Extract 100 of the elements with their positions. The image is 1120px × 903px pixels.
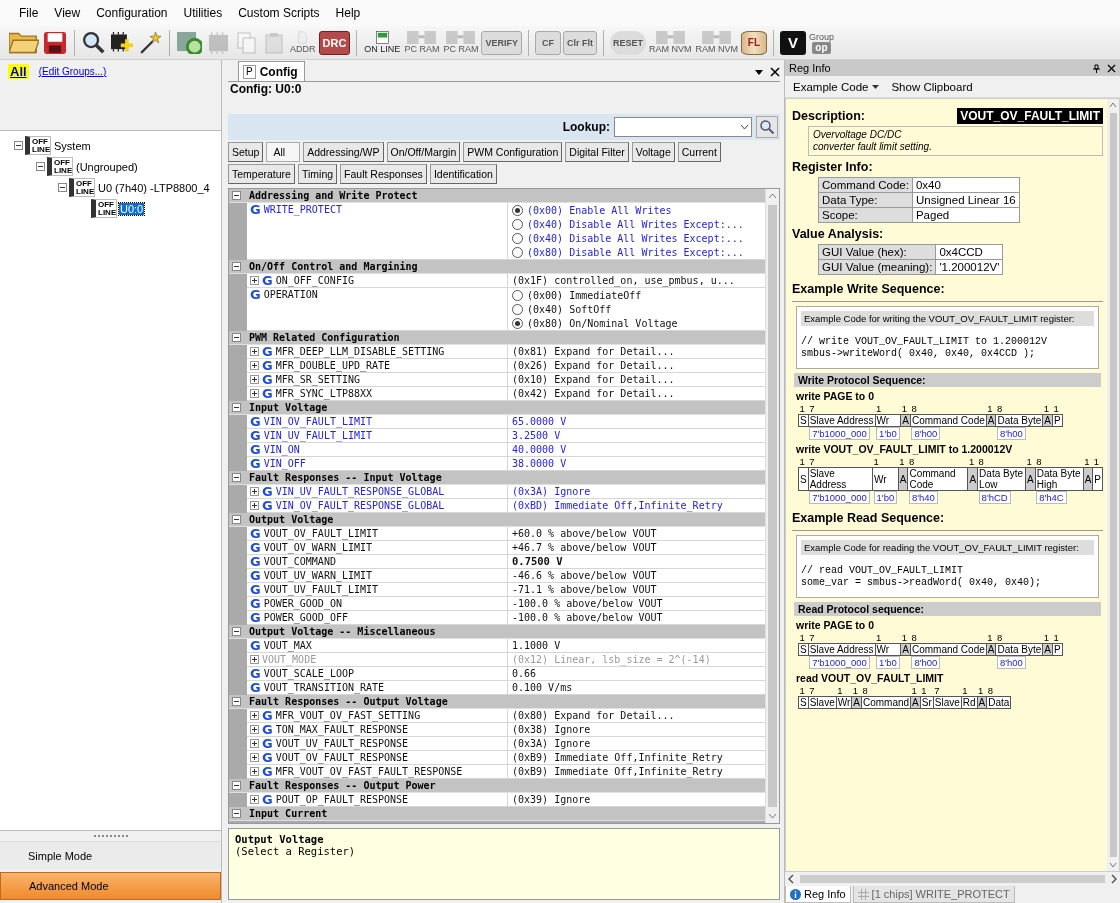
collapse-icon[interactable] xyxy=(232,781,241,790)
radio-button[interactable] xyxy=(512,289,523,301)
collapse-icon[interactable] xyxy=(232,403,241,412)
register-name[interactable]: MFR_SR_SETTING xyxy=(275,373,360,386)
mode-button[interactable]: Simple Mode xyxy=(0,841,221,869)
register-value[interactable]: (0x38) Ignore xyxy=(512,724,591,735)
register-name[interactable]: VIN_UV_FAULT_LIMIT xyxy=(263,429,373,442)
collapse-icon[interactable] xyxy=(232,627,241,636)
register-value[interactable]: (0x1F) controlled_on, use_pmbus, u... xyxy=(512,275,735,286)
caret-icon[interactable] xyxy=(754,67,764,77)
collapse-icon[interactable] xyxy=(36,162,45,171)
scroll-up-icon[interactable] xyxy=(768,193,777,199)
expand-icon[interactable] xyxy=(250,375,259,384)
register-name[interactable]: VOUT_OV_FAULT_LIMIT xyxy=(263,527,379,540)
register-value[interactable]: 65.0000 V xyxy=(512,416,567,427)
register-name[interactable]: VOUT_OV_WARN_LIMIT xyxy=(263,541,373,554)
close-icon[interactable] xyxy=(1107,63,1116,73)
register-value[interactable]: (0xB9) Immediate Off,Infinite_Retry xyxy=(512,766,723,777)
register-name[interactable]: WRITE_PROTECT xyxy=(263,203,342,216)
radio-button[interactable] xyxy=(512,317,523,329)
text-badge-button[interactable]: DRC xyxy=(318,30,351,55)
register-name[interactable]: VOUT_TRANSITION_RATE xyxy=(263,681,385,694)
register-name[interactable]: VIN_OFF xyxy=(263,457,306,470)
folder-icon[interactable] xyxy=(9,31,39,54)
register-name[interactable]: VOUT_SCALE_LOOP xyxy=(263,667,354,680)
collapse-icon[interactable] xyxy=(14,141,23,150)
filter-tab[interactable]: PWM Configuration xyxy=(463,142,563,162)
menu-item[interactable]: Configuration xyxy=(89,4,175,22)
filter-tab[interactable]: Fault Responses xyxy=(340,164,427,184)
panel-tab[interactable]: Reg Info xyxy=(785,886,851,903)
collapse-icon[interactable] xyxy=(232,809,241,818)
scroll-down-icon[interactable] xyxy=(768,813,777,819)
lookup-field[interactable] xyxy=(614,117,752,137)
register-name[interactable]: POWER_GOOD_ON xyxy=(263,597,342,610)
collapse-icon[interactable] xyxy=(232,333,241,342)
all-groups-link[interactable]: All xyxy=(8,64,29,79)
register-name[interactable]: VOUT_OV_FAULT_RESPONSE xyxy=(275,751,409,764)
register-name[interactable]: VOUT_MAX xyxy=(263,639,312,652)
register-value[interactable]: -71.1 % above/below VOUT xyxy=(512,584,657,595)
radio-button[interactable] xyxy=(512,204,523,216)
register-value[interactable]: (0xB9) Immediate Off,Infinite_Retry xyxy=(512,752,723,763)
register-value[interactable]: +46.7 % above/below VOUT xyxy=(512,542,657,553)
register-value[interactable]: -100.0 % above/below VOUT xyxy=(512,598,663,609)
expand-icon[interactable] xyxy=(250,361,259,370)
text-badge-button[interactable]: FL xyxy=(740,30,767,55)
filter-tab[interactable]: All xyxy=(266,142,301,162)
config-tab[interactable]: P Config xyxy=(238,61,305,81)
register-name[interactable]: MFR_DEEP_LLM_DISABLE_SETTING xyxy=(275,345,445,358)
scroll-right-icon[interactable] xyxy=(1111,874,1117,884)
tree-item[interactable]: U0 (7h40) -LTP8800_4 xyxy=(97,181,211,194)
register-value[interactable]: (0x26) Expand for Detail... xyxy=(512,360,675,371)
register-name[interactable]: MFR_VOUT_OV_FAST_FAULT_RESPONSE xyxy=(275,765,463,778)
scroll-left-icon[interactable] xyxy=(788,874,794,884)
magnifier-icon[interactable] xyxy=(83,31,105,54)
filter-tab[interactable]: On/Off/Margin xyxy=(386,142,461,162)
register-value[interactable]: (0x3A) Ignore xyxy=(512,486,591,497)
register-value[interactable]: (0x39) Ignore xyxy=(512,794,591,805)
register-value[interactable]: 38.0000 V xyxy=(512,458,567,469)
register-value[interactable]: (0x10) Expand for Detail... xyxy=(512,374,675,385)
register-name[interactable]: TON_MAX_FAULT_RESPONSE xyxy=(275,723,409,736)
register-name[interactable]: VOUT_UV_FAULT_LIMIT xyxy=(263,583,379,596)
filter-tab[interactable]: Temperature xyxy=(228,164,295,184)
register-value[interactable]: (0x80) Expand for Detail... xyxy=(512,710,675,721)
register-name[interactable]: POUT_OP_FAULT_RESPONSE xyxy=(275,793,409,806)
panel-tab[interactable]: [1 chips] WRITE_PROTECT xyxy=(852,886,1015,903)
magic-wand-icon[interactable] xyxy=(139,31,161,54)
register-value[interactable]: 0.7500 V xyxy=(512,555,563,567)
menu-item[interactable]: File xyxy=(12,4,46,22)
text-badge-button[interactable]: V xyxy=(779,30,806,55)
filter-tab[interactable]: Current xyxy=(677,142,721,162)
register-name[interactable]: VOUT_COMMAND xyxy=(263,555,336,568)
register-name[interactable]: VOUT_UV_WARN_LIMIT xyxy=(263,569,373,582)
menu-item[interactable]: Utilities xyxy=(176,4,230,22)
register-value[interactable]: 0.66 xyxy=(512,668,537,679)
register-value[interactable]: (0x42) Expand for Detail... xyxy=(512,388,675,399)
collapse-icon[interactable] xyxy=(232,697,241,706)
toolbar-button[interactable]: Show Clipboard xyxy=(889,80,975,93)
filter-tab[interactable]: Digital Filter xyxy=(565,142,629,162)
expand-icon[interactable] xyxy=(250,655,259,664)
expand-icon[interactable] xyxy=(250,487,259,496)
expand-icon[interactable] xyxy=(250,276,259,285)
online-chip-button[interactable]: ON LINE xyxy=(363,28,402,57)
scroll-down-icon[interactable] xyxy=(1109,862,1117,868)
filter-tab[interactable]: Addressing/WP xyxy=(303,142,384,162)
register-value[interactable]: -100.0 % above/below VOUT xyxy=(512,612,663,623)
expand-icon[interactable] xyxy=(250,501,259,510)
register-name[interactable]: MFR_VOUT_OV_FAST_SETTING xyxy=(275,709,421,722)
register-value[interactable]: 40.0000 V xyxy=(512,444,567,455)
tree-item[interactable]: U0:0 xyxy=(119,202,145,215)
register-value[interactable]: 0.100 V/ms xyxy=(512,682,573,693)
menu-item[interactable]: View xyxy=(47,4,88,22)
collapse-icon[interactable] xyxy=(232,515,241,524)
register-name[interactable]: VIN_OV_FAULT_RESPONSE_GLOBAL xyxy=(275,499,445,512)
expand-icon[interactable] xyxy=(250,753,259,762)
expand-icon[interactable] xyxy=(250,347,259,356)
expand-icon[interactable] xyxy=(250,795,259,804)
register-name[interactable]: VIN_UV_FAULT_RESPONSE_GLOBAL xyxy=(275,485,445,498)
filter-tab[interactable]: Setup xyxy=(228,142,264,162)
expand-icon[interactable] xyxy=(250,389,259,398)
register-name[interactable]: VIN_OV_FAULT_LIMIT xyxy=(263,415,373,428)
